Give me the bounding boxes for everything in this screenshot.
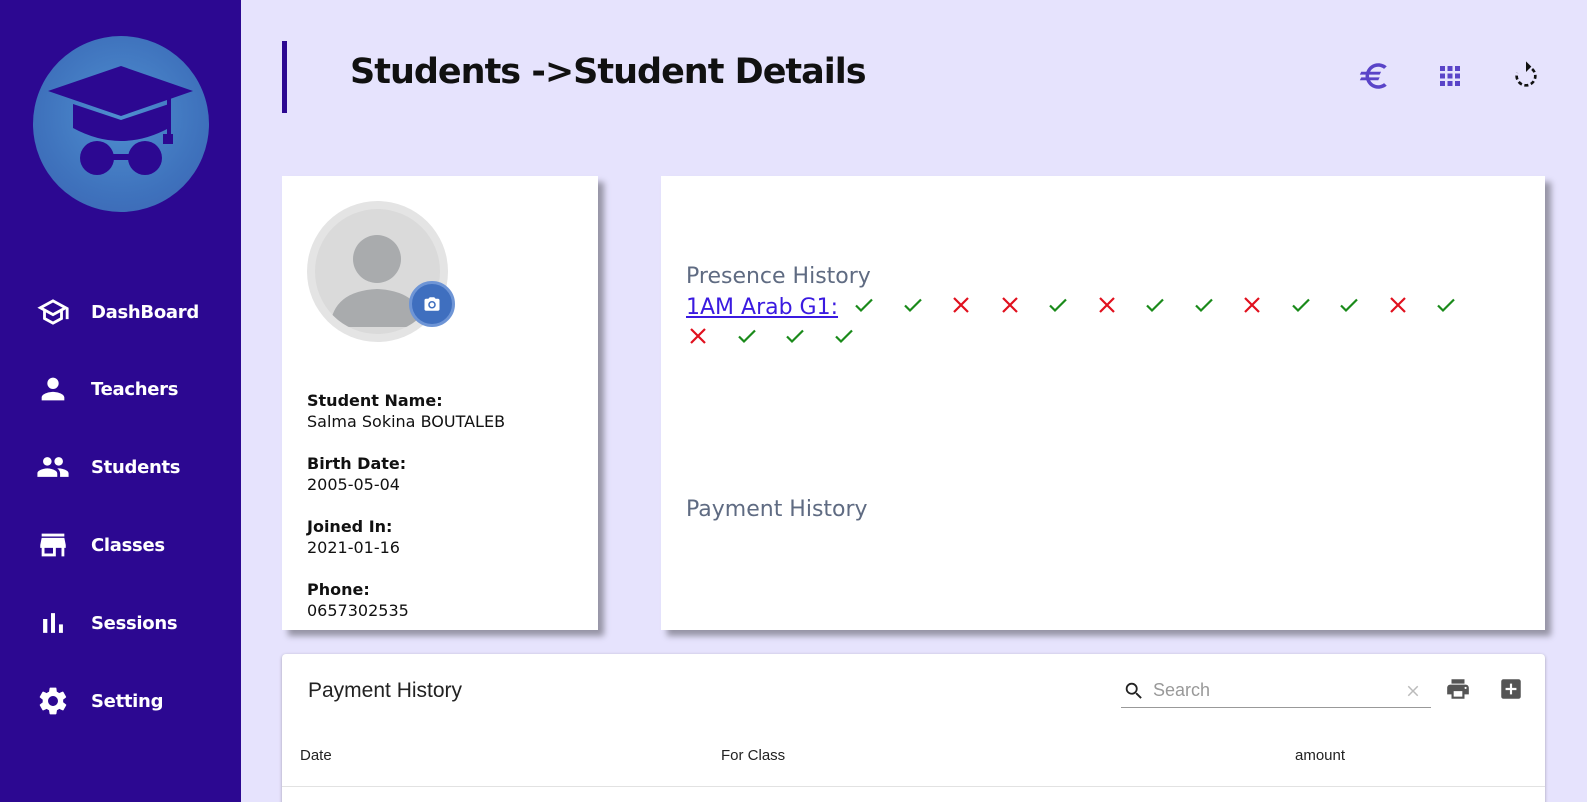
student-name-value: Salma Sokina BOUTALEB (307, 412, 506, 431)
clear-search-icon[interactable] (1404, 682, 1422, 700)
student-profile-card: Student Name: Salma Sokina BOUTALEB Birt… (282, 176, 598, 630)
apps-grid-icon[interactable] (1431, 57, 1469, 95)
present-check-icon (903, 298, 922, 313)
sidebar-item-classes[interactable]: Classes (0, 518, 241, 572)
search-icon (1125, 682, 1142, 699)
absent-cross-icon (1389, 297, 1406, 313)
page-title: Students ->Student Details (350, 52, 867, 92)
upload-photo-button[interactable] (409, 281, 455, 327)
class-link[interactable]: 1AM Arab G1: (686, 295, 838, 320)
present-check-icon (1194, 298, 1213, 313)
sidebar-item-setting[interactable]: Setting (0, 674, 241, 728)
sidebar-item-label: Classes (91, 534, 165, 556)
birth-date-label: Birth Date: (307, 454, 407, 473)
present-check-icon (1049, 298, 1067, 313)
phone-value: 0657302535 (307, 601, 409, 620)
store-icon (36, 528, 70, 562)
header-accent-bar (282, 41, 287, 113)
history-card: Presence History 1AM Arab G1: Payment Hi… (661, 176, 1545, 630)
present-check-icon (1340, 298, 1358, 313)
payment-history-title: Payment History (686, 497, 868, 522)
absent-cross-icon (953, 297, 969, 313)
search-field (1121, 672, 1431, 708)
sidebar-item-label: Setting (91, 690, 164, 712)
present-check-icon (1437, 298, 1455, 313)
presence-history-title: Presence History (686, 264, 871, 289)
student-name-label: Student Name: (307, 391, 443, 410)
school-icon (36, 295, 70, 329)
present-check-icon (786, 329, 804, 344)
euro-icon[interactable] (1355, 57, 1393, 95)
refresh-icon[interactable] (1507, 57, 1545, 95)
column-header-for-class[interactable]: For Class (721, 747, 785, 764)
absent-cross-icon (1098, 297, 1115, 313)
absent-cross-icon (690, 328, 706, 344)
add-payment-icon[interactable] (1498, 676, 1524, 702)
absent-cross-icon (1244, 297, 1260, 313)
payment-history-table: Payment History Date For Class amount (282, 654, 1545, 802)
people-icon (36, 450, 70, 484)
sidebar-item-dashboard[interactable]: DashBoard (0, 285, 241, 339)
sidebar: DashBoard Teachers Students Classes Sess… (0, 0, 241, 802)
present-check-icon (855, 298, 873, 313)
sidebar-item-students[interactable]: Students (0, 440, 241, 494)
column-header-date[interactable]: Date (300, 747, 332, 764)
sidebar-item-label: Students (91, 456, 181, 478)
search-input[interactable] (1153, 678, 1383, 702)
bar-chart-icon (36, 606, 70, 640)
joined-in-label: Joined In: (307, 517, 393, 536)
sidebar-item-sessions[interactable]: Sessions (0, 596, 241, 650)
sidebar-item-teachers[interactable]: Teachers (0, 362, 241, 416)
person-icon (36, 372, 70, 406)
table-header-divider (282, 786, 1545, 787)
present-check-icon (1291, 298, 1310, 313)
sidebar-item-label: Teachers (91, 378, 179, 400)
absent-cross-icon (1001, 297, 1018, 313)
present-check-icon (737, 329, 756, 344)
gear-icon (36, 684, 70, 718)
joined-in-value: 2021-01-16 (307, 538, 400, 557)
camera-icon (424, 297, 440, 311)
table-title: Payment History (308, 679, 463, 702)
present-check-icon (834, 329, 853, 344)
graduation-cap-logo-icon (33, 36, 209, 212)
column-header-amount[interactable]: amount (1295, 747, 1345, 764)
print-icon[interactable] (1445, 676, 1471, 702)
birth-date-value: 2005-05-04 (307, 475, 400, 494)
sidebar-item-label: DashBoard (91, 301, 199, 323)
phone-label: Phone: (307, 580, 370, 599)
sidebar-item-label: Sessions (91, 612, 178, 634)
present-check-icon (1146, 298, 1164, 313)
